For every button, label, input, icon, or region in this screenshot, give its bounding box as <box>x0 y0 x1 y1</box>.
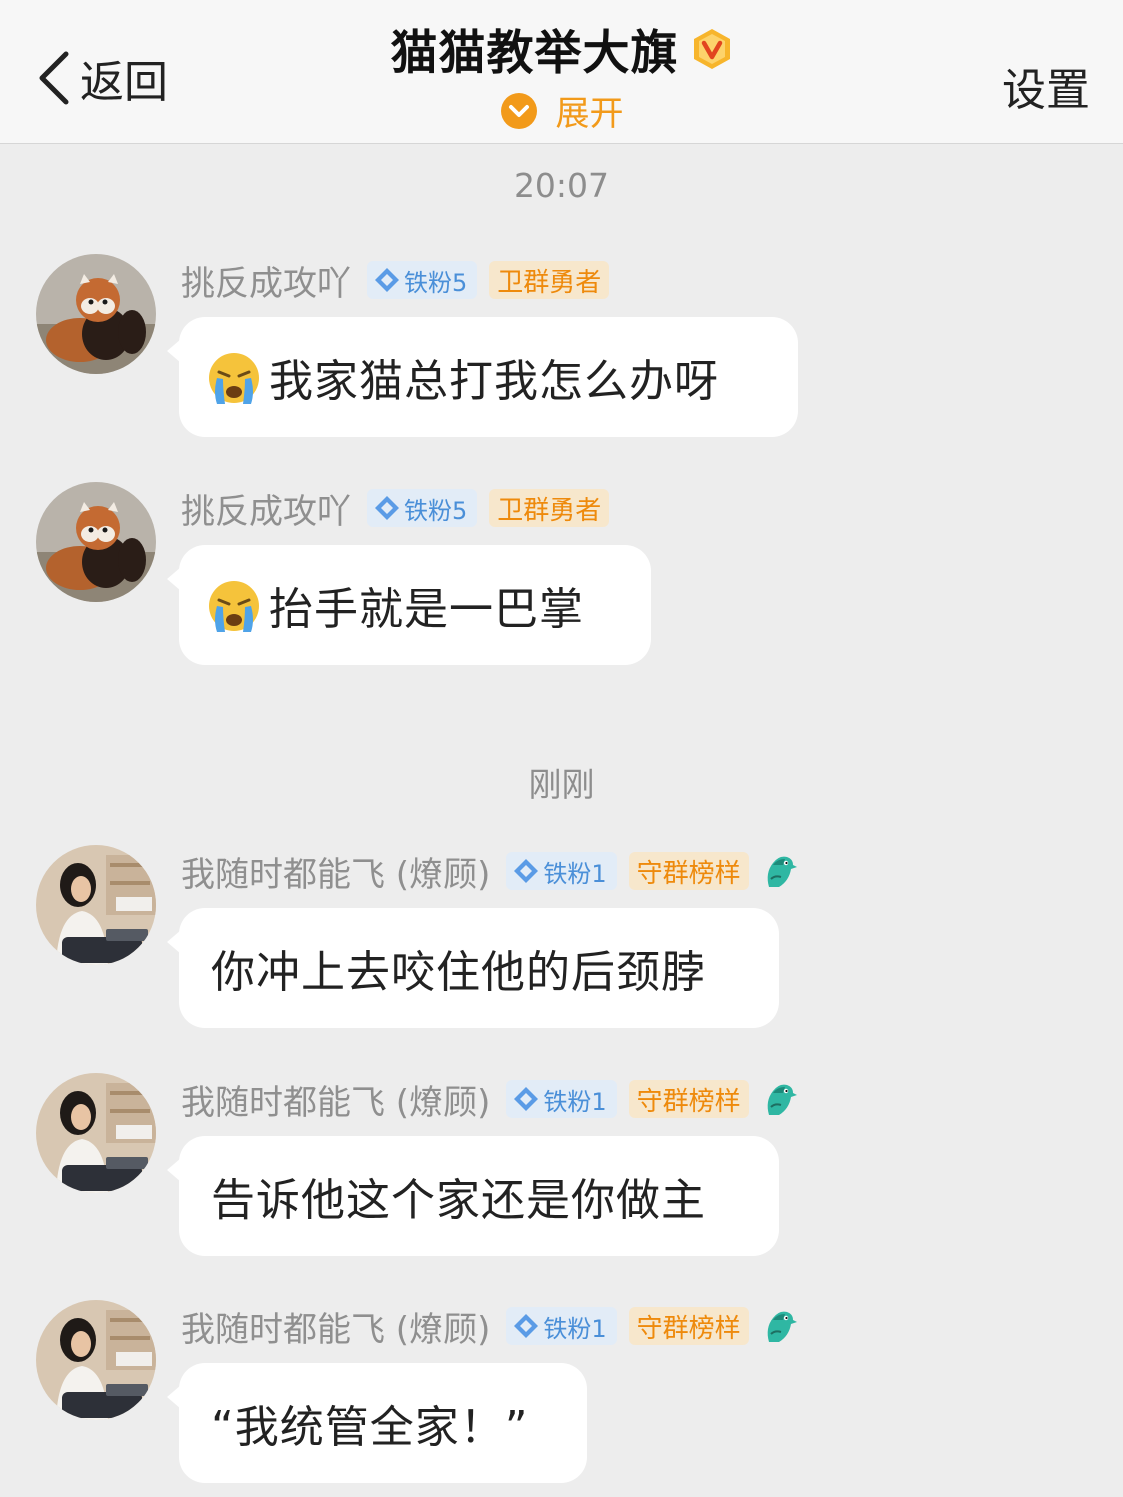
fan-level-badge: 铁粉5 <box>367 489 478 527</box>
time-divider: 刚刚 <box>528 765 595 804</box>
message-bubble[interactable]: 你冲上去咬住他的后颈脖 <box>167 908 779 1028</box>
message-meta: 挑反成攻吖 铁粉5 卫群勇者 <box>181 256 610 305</box>
fan-level-badge: 铁粉5 <box>367 261 478 299</box>
girl-at-laptop-avatar-image <box>36 1300 156 1420</box>
fan-level-badge: 铁粉1 <box>506 1080 617 1118</box>
red-panda-avatar-image <box>36 254 156 374</box>
member-title-badge: 守群榜样 <box>628 1080 749 1118</box>
member-title-badge: 卫群勇者 <box>489 489 610 527</box>
diamond-icon <box>512 1312 540 1340</box>
fan-level-badge: 铁粉1 <box>506 1307 617 1345</box>
message-meta: 挑反成攻吖 铁粉5 卫群勇者 <box>181 484 610 533</box>
sender-name[interactable]: 我随时都能飞 (燎顾) <box>181 1075 490 1124</box>
sender-name[interactable]: 挑反成攻吖 <box>181 256 351 305</box>
message-text: 告诉他这个家还是你做主 <box>211 1175 706 1226</box>
message-bubble[interactable]: 告诉他这个家还是你做主 <box>167 1136 779 1256</box>
chat-header: 返回 猫猫教举大旗 展开 设置 <box>0 0 1123 144</box>
bird-badge-icon <box>761 1306 797 1346</box>
message-text: 我家猫总打我怎么办呀 <box>269 356 719 407</box>
sender-name[interactable]: 挑反成攻吖 <box>181 484 351 533</box>
avatar[interactable] <box>36 254 156 374</box>
group-title[interactable]: 猫猫教举大旗 <box>391 14 679 83</box>
loudly-crying-face-icon <box>207 348 261 406</box>
message-text: 你冲上去咬住他的后颈脖 <box>211 947 706 998</box>
avatar[interactable] <box>36 482 156 602</box>
avatar[interactable] <box>36 1300 156 1420</box>
fan-level-badge: 铁粉1 <box>506 852 617 890</box>
message-text: “我统管全家！” <box>211 1402 529 1453</box>
message-text: 抬手就是一巴掌 <box>269 584 584 635</box>
fan-level-label: 铁粉1 <box>543 1087 607 1116</box>
message-bubble[interactable]: 抬手就是一巴掌 <box>167 545 651 665</box>
expand-label: 展开 <box>555 94 624 134</box>
sender-name[interactable]: 我随时都能飞 (燎顾) <box>181 1302 490 1351</box>
member-title-badge: 卫群勇者 <box>489 261 610 299</box>
diamond-icon <box>512 857 540 885</box>
message-meta: 我随时都能飞 (燎顾) 铁粉1 守群榜样 <box>181 1302 797 1351</box>
message-bubble[interactable]: 我家猫总打我怎么办呀 <box>167 317 798 437</box>
red-panda-avatar-image <box>36 482 156 602</box>
message-meta: 我随时都能飞 (燎顾) 铁粉1 守群榜样 <box>181 847 797 896</box>
member-title-badge: 守群榜样 <box>628 852 749 890</box>
sender-name[interactable]: 我随时都能飞 (燎顾) <box>181 847 490 896</box>
time-divider: 20:07 <box>513 166 610 205</box>
bird-badge-icon <box>761 1079 797 1119</box>
fan-level-label: 铁粉5 <box>404 496 468 525</box>
fan-level-label: 铁粉5 <box>404 268 468 297</box>
girl-at-laptop-avatar-image <box>36 845 156 965</box>
fan-level-label: 铁粉1 <box>543 859 607 888</box>
girl-at-laptop-avatar-image <box>36 1073 156 1193</box>
title-wrap: 猫猫教举大旗 <box>0 14 1123 83</box>
avatar[interactable] <box>36 845 156 965</box>
avatar[interactable] <box>36 1073 156 1193</box>
verified-badge-icon <box>693 28 730 69</box>
bird-badge-icon <box>761 851 797 891</box>
settings-button[interactable]: 设置 <box>1002 54 1090 118</box>
message-meta: 我随时都能飞 (燎顾) 铁粉1 守群榜样 <box>181 1075 797 1124</box>
diamond-icon <box>512 1085 540 1113</box>
loudly-crying-face-icon <box>207 576 261 634</box>
fan-level-label: 铁粉1 <box>543 1314 607 1343</box>
expand-button[interactable]: 展开 <box>0 86 1123 135</box>
diamond-icon <box>373 494 401 522</box>
member-title-badge: 守群榜样 <box>628 1307 749 1345</box>
message-bubble[interactable]: “我统管全家！” <box>167 1363 587 1483</box>
chevron-down-circle-icon <box>500 92 537 129</box>
diamond-icon <box>373 266 401 294</box>
